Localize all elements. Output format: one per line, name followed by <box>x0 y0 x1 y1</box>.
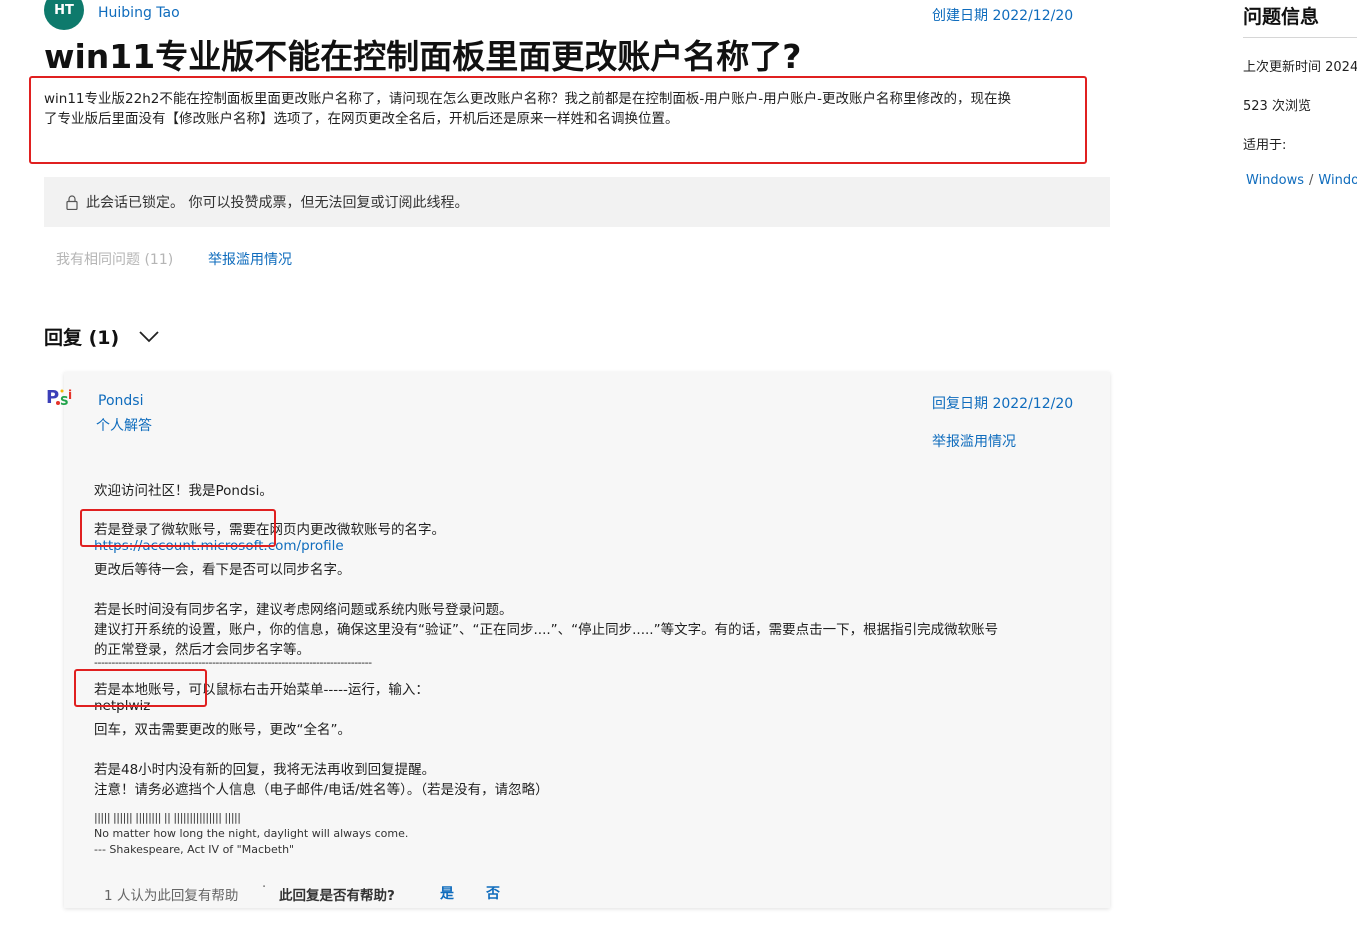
helpful-yes-button[interactable]: 是 <box>440 883 454 903</box>
reply-text-line: 回车，双击需要更改的账号，更改“全名”。 <box>94 722 351 738</box>
tag-separator: / <box>1309 173 1314 188</box>
helpful-question: 此回复是否有帮助? <box>279 888 395 904</box>
tag-windows-version[interactable]: Windo <box>1318 173 1357 188</box>
highlight-box-question <box>29 76 1087 164</box>
svg-text:P: P <box>46 387 59 408</box>
view-count: 523 次浏览 <box>1243 99 1311 114</box>
reply-divider: ----------------------------------------… <box>94 656 372 669</box>
chevron-down-icon[interactable] <box>138 326 160 346</box>
locked-notice-text: 此会话已锁定。 你可以投赞成票，但无法回复或订阅此线程。 <box>86 195 469 211</box>
highlight-box-local-account <box>74 669 207 707</box>
reply-author-avatar[interactable]: P S i <box>46 383 74 411</box>
question-title: win11专业版不能在控制面板里面更改账户名称了? <box>44 37 802 76</box>
svg-text:i: i <box>68 388 72 402</box>
reply-report-abuse-link[interactable]: 举报滥用情况 <box>932 431 1016 451</box>
reply-author-role: 个人解答 <box>96 418 152 434</box>
reply-text-line: 更改后等待一会，看下是否可以同步名字。 <box>94 562 351 578</box>
lock-icon <box>66 194 78 210</box>
reply-text-line: 若是长时间没有同步名字，建议考虑网络问题或系统内账号登录问题。 <box>94 602 513 618</box>
tag-windows[interactable]: Windows <box>1246 173 1304 188</box>
reply-date: 回复日期 2022/12/20 <box>932 396 1074 412</box>
last-updated: 上次更新时间 2024 <box>1243 60 1357 75</box>
applies-to-tags: Windows / Windo <box>1246 173 1357 188</box>
reply-text-line: 欢迎访问社区！我是Pondsi。 <box>94 483 273 499</box>
reply-text-line: 若是48小时内没有新的回复，我将无法再收到回复提醒。 <box>94 762 436 778</box>
locked-notice-bar: 此会话已锁定。 你可以投赞成票，但无法回复或订阅此线程。 <box>44 177 1110 227</box>
reply-text-line: 建议打开系统的设置，账户，你的信息，确保这里没有“验证”、“正在同步....”、… <box>94 622 999 638</box>
separator-dot: · <box>262 880 267 895</box>
sidebar-divider <box>1243 37 1357 38</box>
same-question-button[interactable]: 我有相同问题 (11) <box>56 249 173 269</box>
reply-text-line: 注意！请务必遮挡个人信息（电子邮件/电话/姓名等）。（若是没有，请忽略） <box>94 782 549 798</box>
reply-author-link[interactable]: Pondsi <box>98 393 143 409</box>
report-abuse-link[interactable]: 举报滥用情况 <box>208 249 292 269</box>
signature-attribution: --- Shakespeare, Act IV of "Macbeth" <box>94 843 295 856</box>
signature-bars: ||||| |||||| |||||||| || |||||||||||||||… <box>94 811 241 824</box>
question-info-title: 问题信息 <box>1243 6 1320 28</box>
created-date: 创建日期 2022/12/20 <box>932 8 1074 24</box>
reply-text-line: 的正常登录，然后才会同步名字等。 <box>94 642 310 658</box>
helpful-count: 1 人认为此回复有帮助 <box>104 888 239 904</box>
helpful-no-button[interactable]: 否 <box>486 883 500 903</box>
author-avatar[interactable]: HT <box>44 0 84 30</box>
highlight-box-microsoft-account <box>80 509 276 547</box>
replies-heading: 回复 (1) <box>44 327 120 349</box>
signature-quote: No matter how long the night, daylight w… <box>94 827 409 840</box>
author-name-link[interactable]: Huibing Tao <box>98 5 180 21</box>
applies-to-label: 适用于: <box>1243 138 1287 153</box>
